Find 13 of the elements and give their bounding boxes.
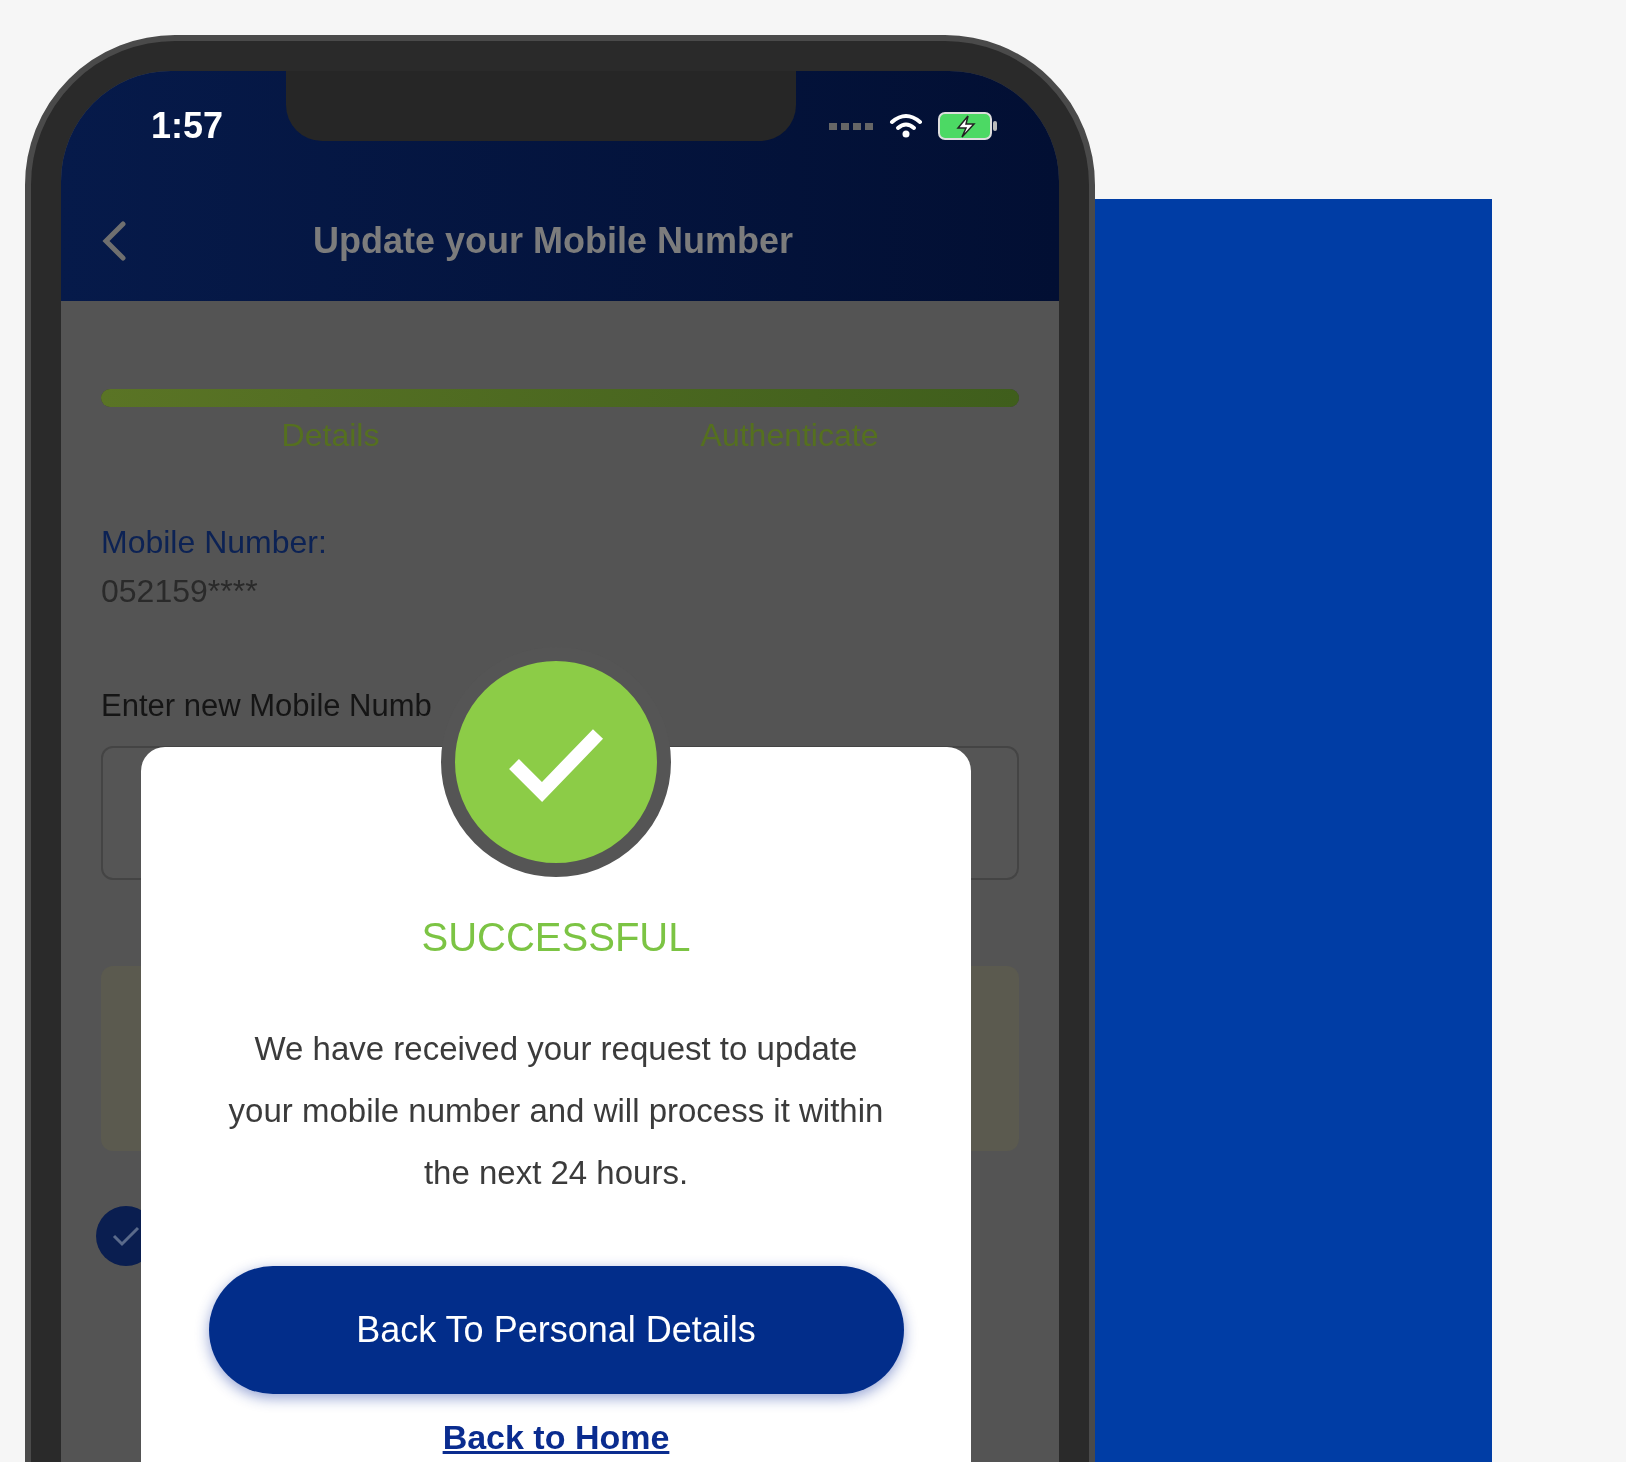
- field-label: Enter new Mobile Numb: [101, 688, 432, 724]
- dialog-title: SUCCESSFUL: [421, 915, 691, 960]
- status-time: 1:57: [151, 105, 224, 147]
- field-label: Mobile Number:: [101, 524, 328, 561]
- wifi-icon: [889, 113, 923, 139]
- back-icon[interactable]: [101, 221, 127, 261]
- dialog-message: We have received your request to update your mobile number and will process it within the next 24 hours.: [227, 1029, 885, 1193]
- battery-charging-icon: [937, 111, 999, 141]
- screen-title: Update your Mobile Number: [311, 220, 794, 262]
- back-to-home-link[interactable]: Back to Home: [442, 1418, 670, 1457]
- check-icon: [111, 1224, 141, 1248]
- back-to-personal-details-button[interactable]: Back To Personal Details: [208, 1266, 904, 1394]
- signal-icon: [829, 121, 875, 131]
